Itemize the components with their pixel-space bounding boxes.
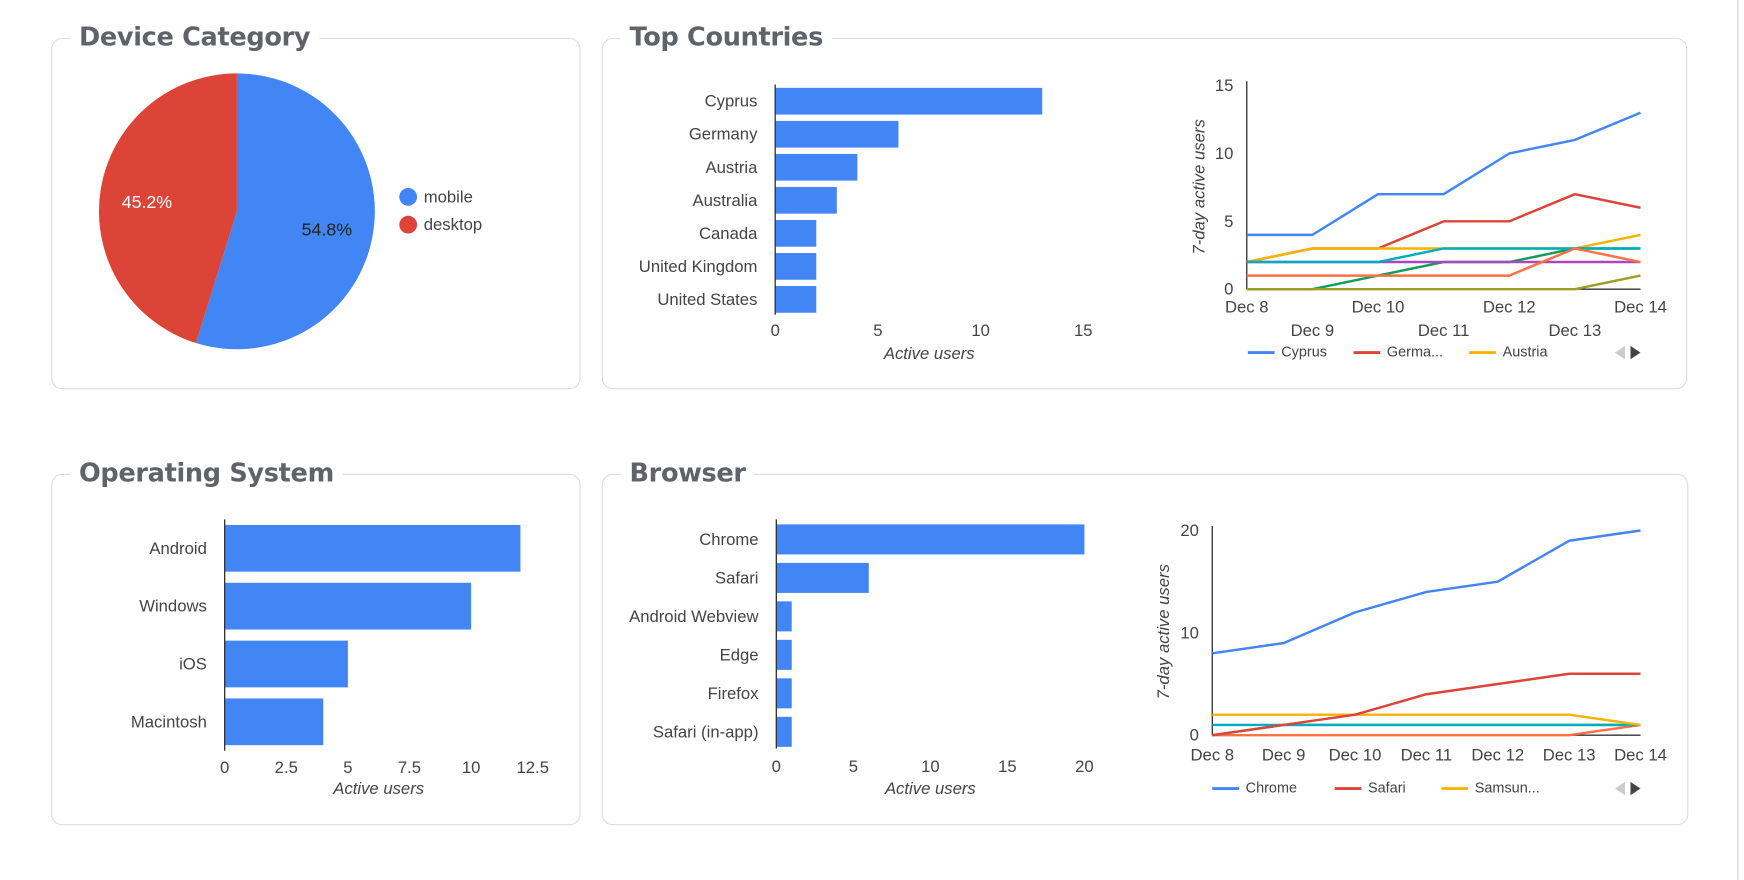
x-tick-label: Dec 14 [1614,297,1667,316]
bar-firefox[interactable] [776,678,792,709]
triangle-left-icon[interactable] [1614,781,1625,796]
charts-layer: 54.8% 45.2% mobile desktop Cyprus Germany Aust… [98,73,1667,798]
series-line-cyprus[interactable] [1246,111,1641,237]
bar-windows[interactable] [224,582,472,630]
legend-label: Chrome [1246,781,1297,797]
triangle-left-icon[interactable] [1614,345,1625,360]
x-tick-label: 0 [220,758,229,777]
y-tick-label: 10 [1215,144,1234,163]
legend-label: Safari [1368,781,1406,797]
pie-data-label: 45.2% [122,192,173,212]
x-tick-label: Dec 8 [1191,746,1235,765]
x-tick-label: 2.5 [275,758,298,777]
series-line-samsung-internet[interactable] [1212,713,1641,727]
series-line-series-4[interactable] [1246,247,1641,291]
dashboard: Device Category Top Countries Operating … [0,0,1744,880]
category-label: Windows [139,597,207,616]
category-label: United States [657,290,757,309]
x-tick-label: 5 [849,757,858,776]
x-tick-label: 10 [462,758,481,777]
x-tick-label: 15 [1074,321,1093,340]
bar-chrome[interactable] [776,524,1085,555]
bar-android-webview[interactable] [776,601,792,632]
x-axis-title: Active users [884,779,976,798]
bar-ios[interactable] [224,640,348,688]
legend-label: Samsun... [1475,781,1540,797]
x-tick-label: Dec 13 [1548,321,1601,340]
x-axis-title: Active users [332,779,424,798]
x-tick-label: Dec 9 [1262,746,1306,765]
y-tick-label: 5 [1224,212,1233,231]
x-tick-label: 5 [873,321,882,340]
category-label: Germany [689,125,758,144]
series-line-germany[interactable] [1246,192,1641,264]
x-tick-label: 15 [998,757,1017,776]
y-tick-label: 10 [1180,623,1199,642]
bar-germany[interactable] [775,120,899,148]
x-tick-label: Dec 9 [1291,321,1335,340]
x-tick-label: 7.5 [398,758,421,777]
bar-united-states[interactable] [775,286,817,313]
series-line-series-8[interactable] [1246,274,1641,291]
category-label: Canada [699,224,758,243]
category-label: Australia [693,191,759,210]
legend-label: desktop [424,215,482,234]
category-label: Macintosh [131,712,207,731]
series-line-chrome[interactable] [1212,529,1641,655]
legend-label: Cyprus [1281,345,1327,361]
y-tick-label: 15 [1215,76,1234,95]
bar-edge[interactable] [776,639,792,670]
category-label: Android [149,539,206,558]
x-tick-label: Dec 10 [1352,297,1405,316]
bar-cyprus[interactable] [775,87,1043,115]
x-tick-label: Dec 8 [1225,297,1269,316]
x-tick-label: Dec 11 [1401,746,1453,765]
triangle-right-icon[interactable] [1630,781,1641,796]
triangle-right-icon[interactable] [1630,345,1641,360]
category-label: Chrome [699,530,758,549]
x-tick-label: 12.5 [517,758,549,777]
pie-data-label: 54.8% [302,219,353,239]
bar-safari[interactable] [776,562,869,593]
x-tick-label: 10 [921,757,940,776]
x-tick-label: 20 [1075,757,1094,776]
category-label: Android Webview [629,607,759,626]
bar-safari-in-app-[interactable] [776,716,792,747]
x-axis-title: Active users [883,344,975,363]
x-tick-label: 10 [971,321,990,340]
legend-label: Austria [1503,345,1549,361]
legend-dot-desktop [399,215,418,234]
y-axis-title: 7-day active users [1154,564,1173,699]
bar-macintosh[interactable] [224,698,324,746]
bar-android[interactable] [224,524,521,572]
legend-label: Germa... [1387,345,1443,361]
category-label: Safari [715,568,759,587]
bar-canada[interactable] [775,219,817,247]
y-tick-label: 0 [1190,726,1199,745]
category-label: Edge [720,645,759,664]
x-tick-label: Dec 13 [1543,746,1596,765]
category-label: Austria [706,158,759,177]
category-label: United Kingdom [639,257,758,276]
category-label: iOS [179,654,207,673]
legend-label: mobile [424,187,473,206]
x-tick-label: Dec 14 [1614,746,1667,765]
x-tick-label: 5 [343,758,352,777]
bar-austria[interactable] [775,153,858,181]
x-tick-label: Dec 11 [1418,321,1470,340]
x-tick-label: Dec 10 [1329,746,1382,765]
category-label: Cyprus [705,92,758,111]
bar-australia[interactable] [775,186,837,214]
y-tick-label: 20 [1180,521,1199,540]
x-tick-label: Dec 12 [1483,297,1536,316]
x-tick-label: 0 [772,757,781,776]
y-tick-label: 0 [1224,280,1233,299]
x-tick-label: 0 [771,321,780,340]
y-axis-title: 7-day active users [1189,119,1208,254]
x-tick-label: Dec 12 [1471,746,1524,765]
category-label: Safari (in-app) [653,722,759,741]
bar-united-kingdom[interactable] [775,253,817,280]
legend-dot-mobile [399,187,418,206]
category-label: Firefox [708,684,760,703]
